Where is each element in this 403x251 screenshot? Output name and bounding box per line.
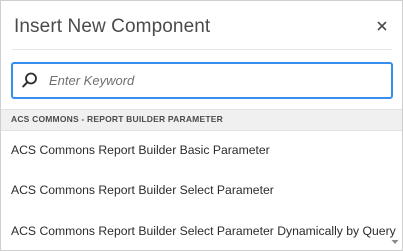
chevron-down-icon[interactable] bbox=[390, 237, 400, 247]
header-divider bbox=[12, 49, 392, 50]
component-label: ACS Commons Report Builder Select Parame… bbox=[11, 183, 274, 197]
component-item-select-parameter[interactable]: ACS Commons Report Builder Select Parame… bbox=[1, 171, 402, 211]
component-label: ACS Commons Report Builder Select Parame… bbox=[11, 224, 396, 238]
search-field[interactable] bbox=[11, 62, 393, 99]
component-group-header: ACS COMMONS - REPORT BUILDER PARAMETER bbox=[1, 109, 402, 131]
close-button[interactable] bbox=[374, 18, 390, 34]
insert-component-dialog: Insert New Component ACS COMMONS - REPOR… bbox=[0, 0, 403, 251]
component-item-select-parameter-dynamic[interactable]: ACS Commons Report Builder Select Parame… bbox=[1, 212, 402, 250]
component-item-basic-parameter[interactable]: ACS Commons Report Builder Basic Paramet… bbox=[1, 131, 402, 171]
dialog-header: Insert New Component bbox=[1, 1, 402, 53]
component-label: ACS Commons Report Builder Basic Paramet… bbox=[11, 143, 270, 157]
search-input[interactable] bbox=[49, 69, 379, 91]
group-label: ACS COMMONS - REPORT BUILDER PARAMETER bbox=[11, 114, 223, 124]
search-icon bbox=[22, 72, 37, 88]
dialog-title: Insert New Component bbox=[14, 16, 211, 37]
close-icon bbox=[377, 21, 387, 31]
